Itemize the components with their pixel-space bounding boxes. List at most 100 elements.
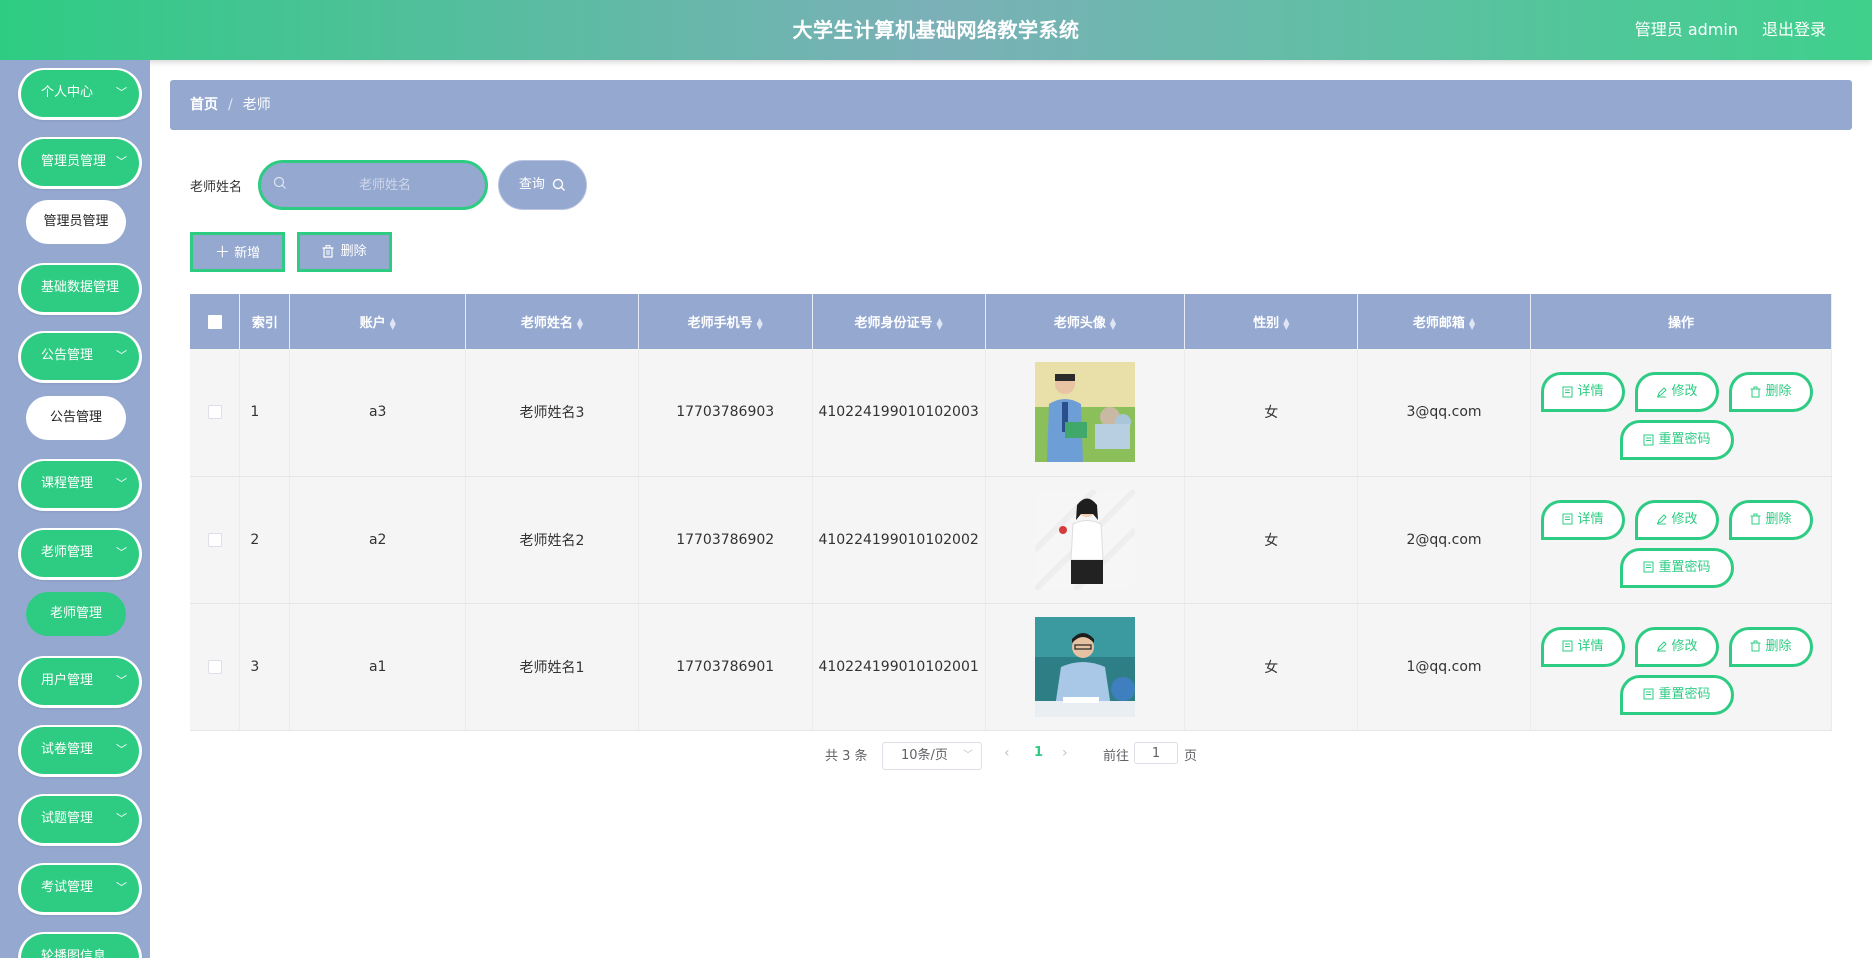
sidebar-item-label: 老师管理 (41, 545, 94, 560)
sidebar-item-course[interactable]: 课程管理 ﹀ (18, 459, 142, 511)
cell-phone: 17703786901 (638, 603, 813, 731)
document-icon (1643, 561, 1654, 573)
add-button[interactable]: ＋ 新增 (190, 232, 285, 272)
sort-icon[interactable]: ▲ ▼ (937, 316, 943, 330)
row-checkbox[interactable] (190, 603, 241, 731)
column-header[interactable]: 老师头像 ▲ ▼ (985, 294, 1186, 349)
sidebar-item-carousel[interactable]: 轮播图信息 (18, 932, 142, 958)
edit-label: 修改 (1671, 638, 1698, 654)
row-checkbox[interactable] (190, 349, 241, 477)
row-checkbox[interactable] (190, 476, 241, 604)
delete-button[interactable]: 删除 (1728, 372, 1813, 413)
select-all-checkbox[interactable] (190, 294, 241, 349)
query-button-label: 查询 (518, 177, 545, 192)
column-header[interactable]: 老师姓名 ▲ ▼ (465, 294, 639, 349)
detail-button[interactable]: 详情 (1540, 372, 1625, 413)
column-header-label: 老师姓名 (520, 316, 573, 331)
sidebar-item-label: 考试管理 (41, 880, 94, 895)
sidebar-subitem-admin[interactable]: 管理员管理 (26, 200, 126, 244)
sort-icon[interactable]: ▲ ▼ (390, 316, 396, 330)
cell-avatar (985, 476, 1186, 604)
pencil-icon (1657, 514, 1668, 525)
reset-password-button[interactable]: 重置密码 (1619, 674, 1734, 715)
column-header[interactable]: 老师身份证号 ▲ ▼ (812, 294, 986, 349)
cell-ops: 详情 修改 删除 重置密码 (1530, 349, 1833, 477)
breadcrumb: 首页 / 老师 (170, 80, 1852, 130)
sort-icon[interactable]: ▲ ▼ (757, 316, 763, 330)
goto-page-input[interactable] (1134, 742, 1178, 764)
reset-password-label: 重置密码 (1658, 559, 1711, 575)
goto-label: 前往 (1103, 749, 1130, 764)
cell-name: 老师姓名1 (465, 603, 639, 731)
column-header-label: 老师身份证号 (854, 316, 933, 331)
trash-icon (322, 245, 334, 258)
sidebar-item-notice[interactable]: 公告管理 ﹀ (18, 331, 142, 383)
table-row: 1 a3 老师姓名3 17703786903 41022419901010200… (190, 349, 1833, 477)
sort-icon[interactable]: ▲ ▼ (1110, 316, 1116, 330)
logout-button[interactable]: 退出登录 (1762, 0, 1826, 60)
sidebar-item-exam[interactable]: 考试管理 ﹀ (18, 863, 142, 915)
column-header-label: 老师手机号 (687, 316, 753, 331)
delete-label: 删除 (1765, 384, 1792, 400)
next-page-button[interactable]: › (1062, 745, 1068, 761)
document-icon (1562, 386, 1573, 398)
table-header-row: 索引 账户 ▲ ▼ 老师姓名 ▲ ▼ 老师手机号 ▲ ▼ 老师身份证号 ▲ ▼ 老师头像 ▲ ▼ 性… (190, 294, 1833, 349)
cell-gender: 女 (1184, 603, 1359, 731)
breadcrumb-home[interactable]: 首页 (190, 97, 218, 113)
reset-password-button[interactable]: 重置密码 (1619, 420, 1734, 461)
column-header[interactable]: 老师手机号 ▲ ▼ (638, 294, 813, 349)
column-header-label: 老师邮箱 (1412, 316, 1465, 331)
sidebar-item-label: 轮播图信息 (41, 949, 107, 958)
sidebar-item-label: 管理员管理 (41, 154, 107, 169)
column-header[interactable]: 老师邮箱 ▲ ▼ (1357, 294, 1531, 349)
reset-password-button[interactable]: 重置密码 (1619, 547, 1734, 588)
delete-button[interactable]: 删除 (1728, 626, 1813, 667)
cell-account: a3 (289, 349, 467, 477)
prev-page-button[interactable]: ‹ (1004, 745, 1010, 761)
edit-button[interactable]: 修改 (1634, 372, 1719, 413)
delete-label: 删除 (1765, 511, 1792, 527)
page-size-select[interactable]: 10条/页 ﹀ (882, 742, 982, 770)
cell-index: 1 (239, 349, 291, 477)
breadcrumb-current: 老师 (242, 97, 271, 113)
pencil-icon (1657, 641, 1668, 652)
sort-icon[interactable]: ▲ ▼ (577, 316, 583, 330)
edit-label: 修改 (1671, 384, 1698, 400)
column-header[interactable]: 性别 ▲ ▼ (1184, 294, 1359, 349)
column-header[interactable]: 账户 ▲ ▼ (289, 294, 467, 349)
sidebar-subitem-teacher[interactable]: 老师管理 (26, 592, 126, 636)
cell-email: 2@qq.com (1357, 476, 1531, 604)
sidebar-item-basic-data[interactable]: 基础数据管理 (18, 263, 142, 315)
search-box (258, 160, 488, 210)
sidebar-item-paper[interactable]: 试卷管理 ﹀ (18, 725, 142, 777)
edit-button[interactable]: 修改 (1634, 499, 1719, 540)
sidebar-item-profile[interactable]: 个人中心 ﹀ (18, 68, 142, 120)
edit-button[interactable]: 修改 (1634, 626, 1719, 667)
cell-index: 3 (239, 603, 291, 731)
cell-name: 老师姓名2 (465, 476, 639, 604)
delete-button[interactable]: 删除 (1728, 499, 1813, 540)
cell-gender: 女 (1184, 476, 1359, 604)
detail-label: 详情 (1577, 638, 1604, 654)
top-header: 大学生计算机基础网络教学系统 管理员 admin 退出登录 (0, 0, 1872, 60)
sidebar-item-admin[interactable]: 管理员管理 ﹀ (18, 137, 142, 189)
cell-email: 3@qq.com (1357, 349, 1531, 477)
chevron-down-icon: ﹀ (116, 674, 127, 687)
sidebar-item-user[interactable]: 用户管理 ﹀ (18, 656, 142, 708)
sidebar-item-teacher[interactable]: 老师管理 ﹀ (18, 528, 142, 580)
query-button[interactable]: 查询 (498, 160, 587, 210)
sidebar-subitem-notice[interactable]: 公告管理 (26, 396, 126, 440)
cell-idcard: 410224199010102003 (812, 349, 986, 477)
sort-icon[interactable]: ▲ ▼ (1283, 316, 1289, 330)
sidebar-item-question[interactable]: 试题管理 ﹀ (18, 794, 142, 846)
search-icon (552, 178, 566, 191)
teacher-avatar-image (1035, 362, 1135, 463)
detail-button[interactable]: 详情 (1540, 626, 1625, 667)
detail-button[interactable]: 详情 (1540, 499, 1625, 540)
sort-icon[interactable]: ▲ ▼ (1469, 316, 1475, 330)
trash-icon (1750, 513, 1761, 525)
teacher-name-search-input[interactable] (295, 163, 475, 207)
chevron-down-icon: ﹀ (116, 477, 127, 490)
batch-delete-button[interactable]: 删除 (297, 232, 392, 272)
page-number-current[interactable]: 1 (1034, 745, 1043, 760)
